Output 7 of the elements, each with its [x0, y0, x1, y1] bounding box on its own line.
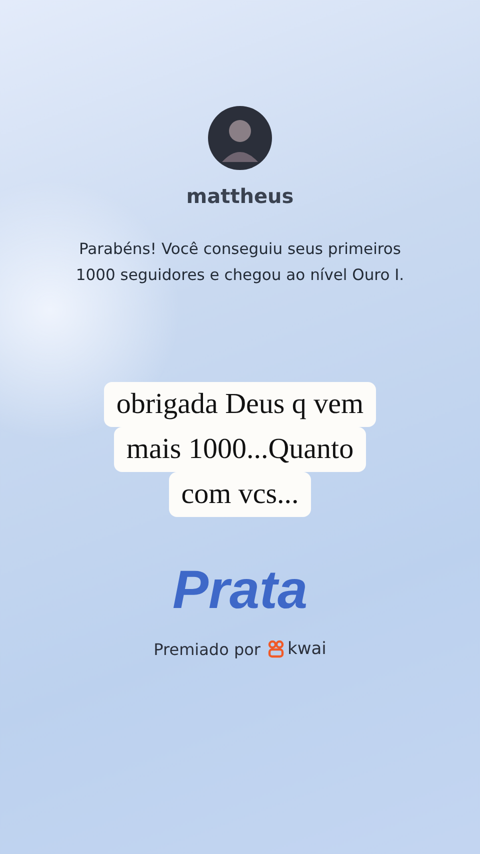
- brand-name: kwai: [287, 639, 326, 659]
- award-title: Prata: [172, 559, 308, 621]
- congrats-message: Parabéns! Você conseguiu seus primeiros 1000 seguidores e chegou ao nível Ouro I.: [74, 239, 406, 286]
- brand-logo-icon: [268, 640, 284, 658]
- avatar: [208, 106, 272, 170]
- awarded-by-label: Premiado por: [154, 640, 260, 658]
- username: mattheus: [186, 184, 294, 208]
